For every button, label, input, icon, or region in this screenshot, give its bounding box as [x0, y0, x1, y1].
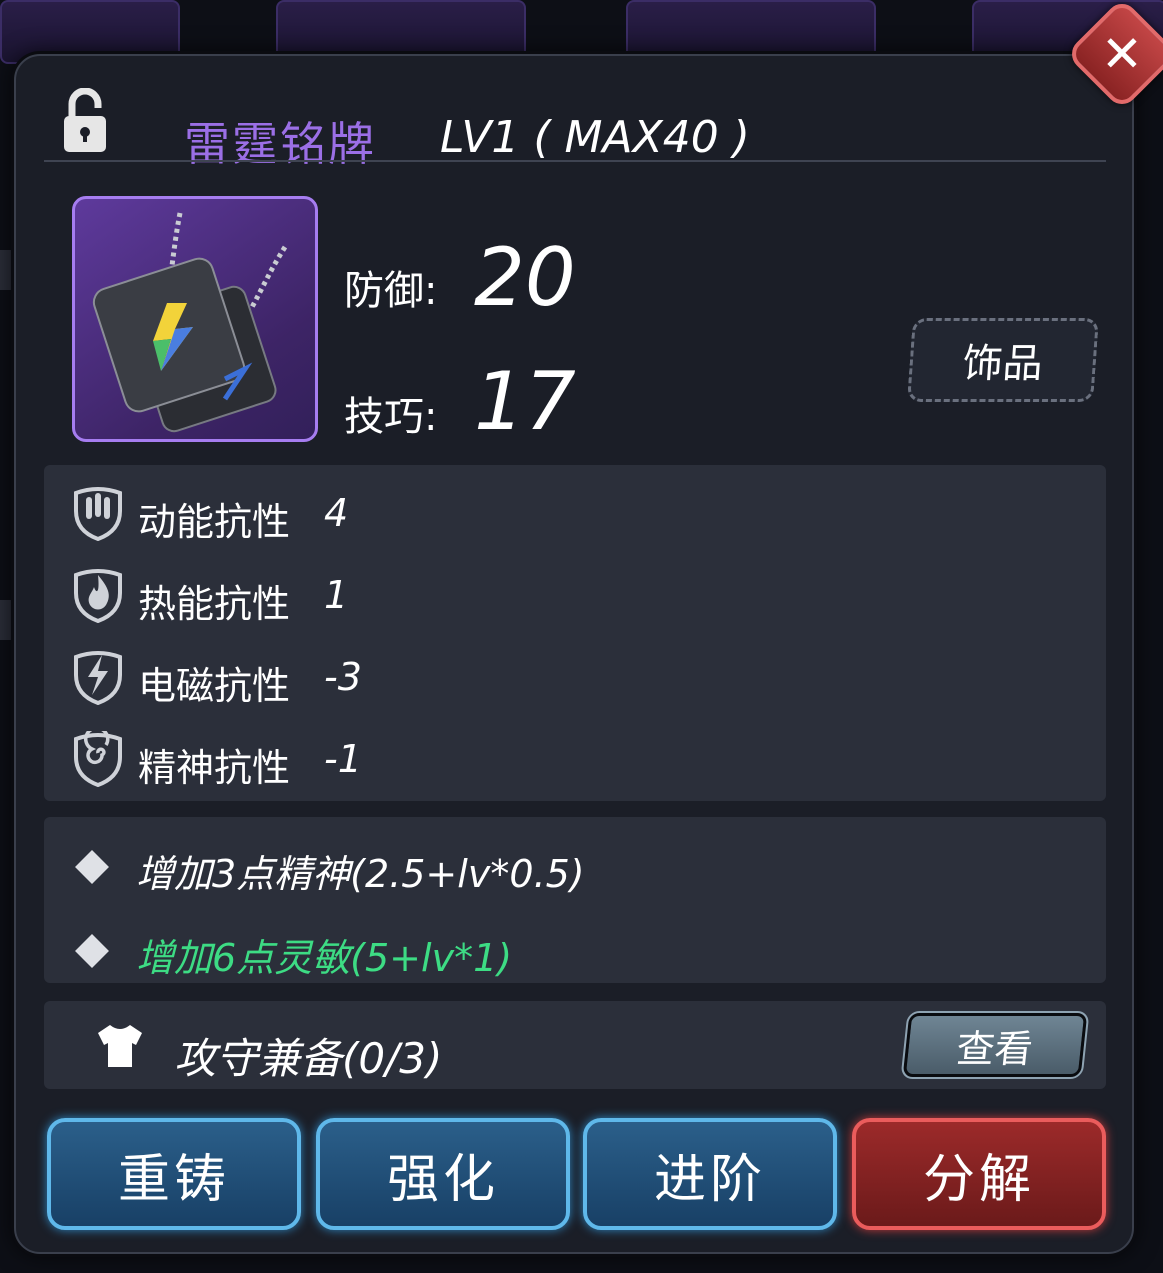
resistance-panel: 动能抗性 4 热能抗性 1 电磁抗性 -3 精神抗性 -1 [44, 465, 1106, 801]
stat-value-skill: 17 [474, 355, 576, 448]
bonus-row: 增加3点精神(2.5+lv*0.5) [44, 827, 1106, 907]
bonus-text: 增加3点精神(2.5+lv*0.5) [136, 852, 585, 896]
item-type-badge: 饰品 [907, 318, 1099, 402]
resistance-label: 热能抗性 [138, 582, 291, 626]
bullet-shield-icon [74, 487, 122, 541]
bonus-row: 增加6点灵敏(5+lv*1) [44, 911, 1106, 991]
item-portrait-frame [72, 196, 318, 442]
diamond-bullet-icon [75, 934, 109, 968]
resistance-value: -1 [324, 737, 362, 781]
resistance-value: 1 [324, 573, 349, 617]
title-divider [44, 160, 1106, 162]
resistance-row-thermal: 热能抗性 1 [44, 553, 1106, 635]
bonus-panel: 增加3点精神(2.5+lv*0.5) 增加6点灵敏(5+lv*1) [44, 817, 1106, 983]
resistance-row-electromagnetic: 电磁抗性 -3 [44, 635, 1106, 717]
stat-label-skill: 技巧: [344, 394, 438, 440]
lightning-shield-icon [74, 651, 122, 705]
resistance-label: 精神抗性 [138, 746, 291, 790]
resistance-row-mental: 精神抗性 -1 [44, 717, 1106, 799]
item-name: 雷霆铭牌 [184, 117, 376, 171]
dog-tag-icon [92, 212, 288, 433]
item-level: LV1 ( MAX40 ) [440, 112, 750, 163]
resistance-label: 动能抗性 [138, 500, 291, 544]
bonus-text: 增加6点灵敏(5+lv*1) [136, 936, 513, 980]
recast-button[interactable]: 重铸 [47, 1118, 301, 1230]
resistance-label: 电磁抗性 [138, 664, 291, 708]
resistance-value: -3 [324, 655, 362, 699]
resistance-value: 4 [324, 491, 349, 535]
unlocked-padlock-icon[interactable] [62, 88, 108, 154]
set-name: 攻守兼备(0/3) [174, 1034, 443, 1083]
resistance-row-kinetic: 动能抗性 4 [44, 471, 1106, 553]
spiral-shield-icon [74, 731, 122, 787]
advance-button[interactable]: 进阶 [583, 1118, 837, 1230]
dismantle-button[interactable]: 分解 [852, 1118, 1106, 1230]
stat-value-defense: 20 [474, 231, 576, 324]
stat-label-defense: 防御: [344, 268, 438, 314]
shirt-icon [98, 1025, 142, 1067]
view-set-button[interactable]: 查看 [900, 1011, 1090, 1079]
set-bonus-panel: 攻守兼备(0/3) 查看 [44, 1001, 1106, 1089]
diamond-bullet-icon [75, 850, 109, 884]
fire-shield-icon [74, 569, 122, 623]
close-icon: ✕ [1101, 25, 1143, 83]
enhance-button[interactable]: 强化 [316, 1118, 570, 1230]
